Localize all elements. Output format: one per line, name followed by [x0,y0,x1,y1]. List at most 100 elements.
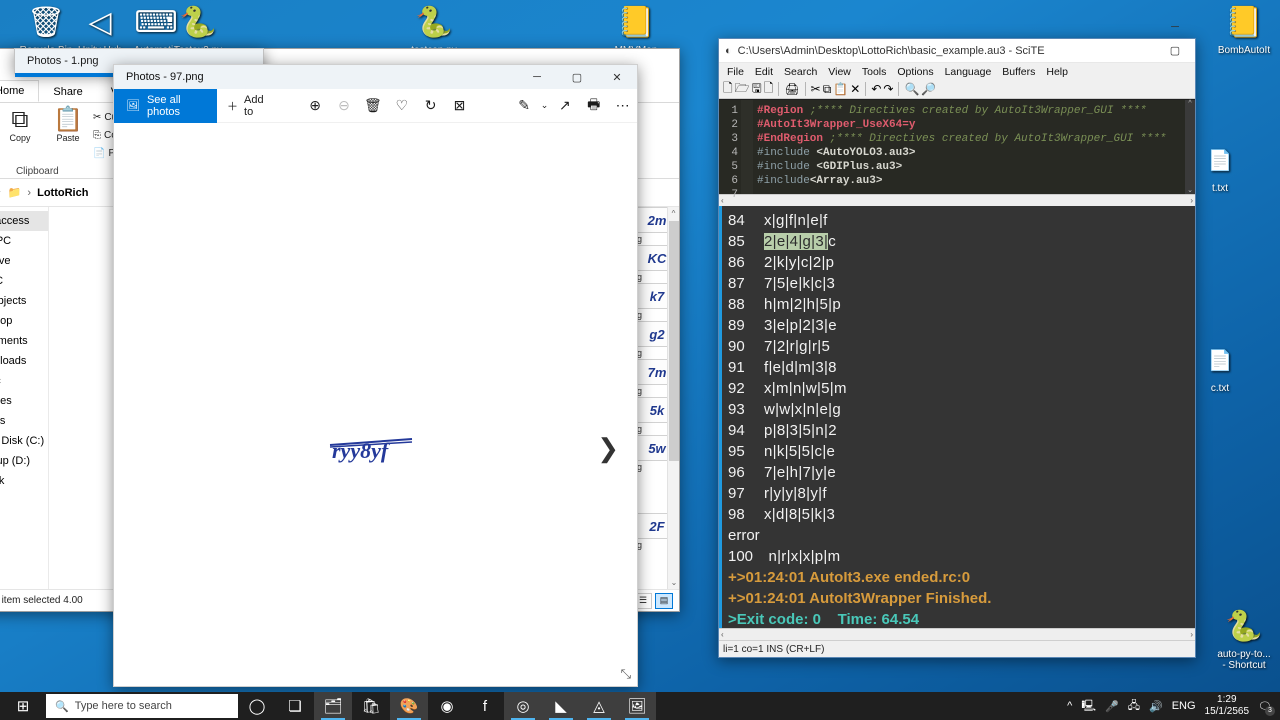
nav-item-3d-objects[interactable]: 🧊3D Objects [0,291,48,311]
code-line[interactable]: #include <GDIPlus.au3> [757,160,1185,174]
scite-minimize-button[interactable]: ─ [1155,15,1195,39]
scite-code-editor[interactable]: 1 2 3 4 5 6 7 #Region ;**** Directives created… [719,99,1195,201]
screen-share-icon[interactable]: 🖳 [1081,697,1096,716]
scite-titlebar[interactable]: ◐ C:\Users\Admin\Desktop\LottoRich\basic… [719,21,1195,81]
photos-toolbar[interactable]: 🖼 See all photos ＋ Add to ⊕ ⊖ 🗑 ♡ ↻ ⊠ ✎ … [114,88,637,123]
scite-output-console[interactable]: 84 x|g|f|n|e|f 85 2|e|4|g|3|c 86 2|k|y|c|2|p 8… [719,206,1195,628]
rotate-icon[interactable]: ↻ [416,89,445,123]
explorer-tab-home[interactable]: Home [0,80,40,102]
desktop-icon-auto-py-to-exe-shortcut[interactable]: 🐍 auto-py-to... - Shortcut [1206,608,1280,672]
see-all-photos-button[interactable]: 🖼 See all photos [114,88,218,123]
code-line[interactable]: #Region ;**** Directives created by Auto… [757,104,1185,118]
nav-item-local-disk-c[interactable]: 💾Local Disk (C:) [0,431,48,451]
nav-item-music[interactable]: ♪Music [0,371,48,391]
cut-icon[interactable]: ✂ [811,82,821,96]
nav-item-quick-access[interactable]: 📌Quick access [0,211,48,231]
photos-maximize-button[interactable]: ▢ [557,65,597,89]
taskbar-task-view-icon[interactable]: ❏ [276,692,314,720]
taskbar-paint-icon[interactable]: 🎨 [390,692,428,720]
taskbar-cortana-icon[interactable]: ◯ [238,692,276,720]
nav-item-this-pc[interactable]: 🖥This PC [0,271,48,291]
code-line[interactable] [757,188,1185,194]
photos-image-canvas[interactable]: ryy8yf ❯ ⤡ [114,123,735,686]
start-button[interactable]: ⊞ [0,692,46,720]
scite-window[interactable]: ◐ C:\Users\Admin\Desktop\LottoRich\basic… [718,21,1196,658]
find-icon[interactable]: 🔍 [904,82,919,96]
scite-menu-language[interactable]: Language [945,66,992,78]
new-file-icon[interactable]: 🗋 [723,79,733,100]
taskbar-store-icon[interactable]: 🛍 [352,692,390,720]
nav-item-documents[interactable]: 📄Documents [0,331,48,351]
next-photo-chevron-icon[interactable]: ❯ [597,433,619,464]
scite-menu-help[interactable]: Help [1046,66,1068,78]
scite-menu-options[interactable]: Options [897,66,933,78]
large-icons-view-button[interactable]: ▤ [655,592,673,609]
nav-item-network[interactable]: 🖧Network [0,471,48,491]
explorer-tab-share[interactable]: Share [39,82,96,102]
search-input[interactable]: 🔍 Type here to search [46,694,238,718]
scite-menubar[interactable]: File Edit Search View Tools Options Language Bu… [719,63,1195,80]
nav-item-pictures[interactable]: 🖼Pictures [0,391,48,411]
taskbar-vscode-icon[interactable]: ◣ [542,692,580,720]
taskbar[interactable]: ⊞ 🔍 Type here to search ◯ ❏ 🗂 🛍 🎨 ◉ f ◎ ◣ ◬ 🖼 ^ 🖳 … [0,692,1280,720]
filelist-vertical-scrollbar[interactable]: ^ ⌄ [667,207,679,589]
nav-item-desktop[interactable]: 🖵Desktop [0,311,48,331]
volume-icon[interactable]: 🔊 [1149,700,1163,713]
action-center-icon[interactable]: 🗨 3 [1258,700,1275,716]
explorer-navigation-pane[interactable]: 📌Quick access🖥This PC☁OneDrive🖥This PC🧊3… [0,207,49,589]
desktop-icon-bombautoit[interactable]: 📒 BombAutoIt [1206,4,1280,57]
undo-icon[interactable]: ↶ [871,82,881,96]
up-arrow-icon[interactable]: ↑ [0,187,2,199]
clock[interactable]: 1:29 15/1/2565 [1205,694,1250,718]
code-line[interactable]: #EndRegion ;**** Directives created by A… [757,132,1185,146]
editor-vertical-scrollbar[interactable]: ^ ⌄ [1185,100,1195,194]
taskbar-obs-icon[interactable]: ◎ [504,692,542,720]
photos-minimize-button[interactable]: ─ [517,65,557,89]
edit-create-icon[interactable]: ✎ [510,89,539,123]
network-icon[interactable]: 🖧 [1128,697,1140,716]
scite-menu-tools[interactable]: Tools [862,66,887,78]
nav-item-this-pc[interactable]: 🖥This PC [0,231,48,251]
paste-button[interactable]: 📋 Paste [45,107,91,144]
code-line[interactable]: #include <AutoYOLO3.au3> [757,146,1185,160]
print-icon[interactable]: 🖶 [579,89,608,123]
system-tray[interactable]: ^ 🖳 🎤 🖧 🔊 ENG 1:29 15/1/2565 🗨 3 [1067,694,1280,718]
scite-menu-edit[interactable]: Edit [755,66,773,78]
resize-grip-icon[interactable]: ⤡ [621,666,631,682]
photos-close-button[interactable]: ✕ [597,65,637,89]
zoom-out-icon[interactable]: ⊖ [330,89,359,123]
taskbar-facebook-icon[interactable]: f [466,692,504,720]
editor-code-text[interactable]: #Region ;**** Directives created by Auto… [753,100,1185,194]
nav-item-downloads[interactable]: ⬇Downloads [0,351,48,371]
paste-icon[interactable]: 📋 [833,82,848,96]
delete-icon[interactable]: 🗑 [358,89,387,123]
desktop-icon-txt-file-lower[interactable]: 📄 c.txt [1190,342,1250,394]
save-as-icon[interactable]: 🗋 [764,79,774,100]
photos-window[interactable]: Photos - 97.png ─ ▢ ✕ 🖼 See all photos ＋… [113,64,735,687]
print-icon[interactable]: 🖨 [784,82,799,96]
scite-menu-file[interactable]: File [727,66,744,78]
breadcrumb-path[interactable]: LottoRich [37,187,88,199]
zoom-in-icon[interactable]: ⊕ [301,89,330,123]
favorite-heart-icon[interactable]: ♡ [387,89,416,123]
replace-icon[interactable]: 🔎 [921,82,936,96]
copy-button[interactable]: ⧉ Copy [0,107,43,144]
scite-menu-buffers[interactable]: Buffers [1002,66,1035,78]
chevron-down-icon[interactable]: ⌄ [539,89,551,123]
share-icon[interactable]: ↗ [550,89,579,123]
copy-icon[interactable]: ⧉ [823,82,832,97]
save-icon[interactable]: 🖫 [752,79,762,100]
editor-horizontal-scrollbar[interactable]: ‹ › [719,194,1195,206]
taskbar-file-explorer-icon[interactable]: 🗂 [314,692,352,720]
more-options-icon[interactable]: ⋯ [608,89,637,123]
code-line[interactable]: #AutoIt3Wrapper_UseX64=y [757,118,1185,132]
crop-icon[interactable]: ⊠ [445,89,474,123]
nav-item-videos[interactable]: 🎞Videos [0,411,48,431]
console-horizontal-scrollbar[interactable]: ‹ › [719,628,1195,640]
scite-maximize-button[interactable]: ▢ [1155,39,1195,63]
scite-menu-search[interactable]: Search [784,66,817,78]
delete-icon[interactable]: ✕ [850,82,860,96]
redo-icon[interactable]: ↷ [883,82,893,96]
desktop-icon-txt-file-upper[interactable]: 📄 t.txt [1190,142,1250,194]
open-file-icon[interactable]: 🗁 [735,79,750,100]
